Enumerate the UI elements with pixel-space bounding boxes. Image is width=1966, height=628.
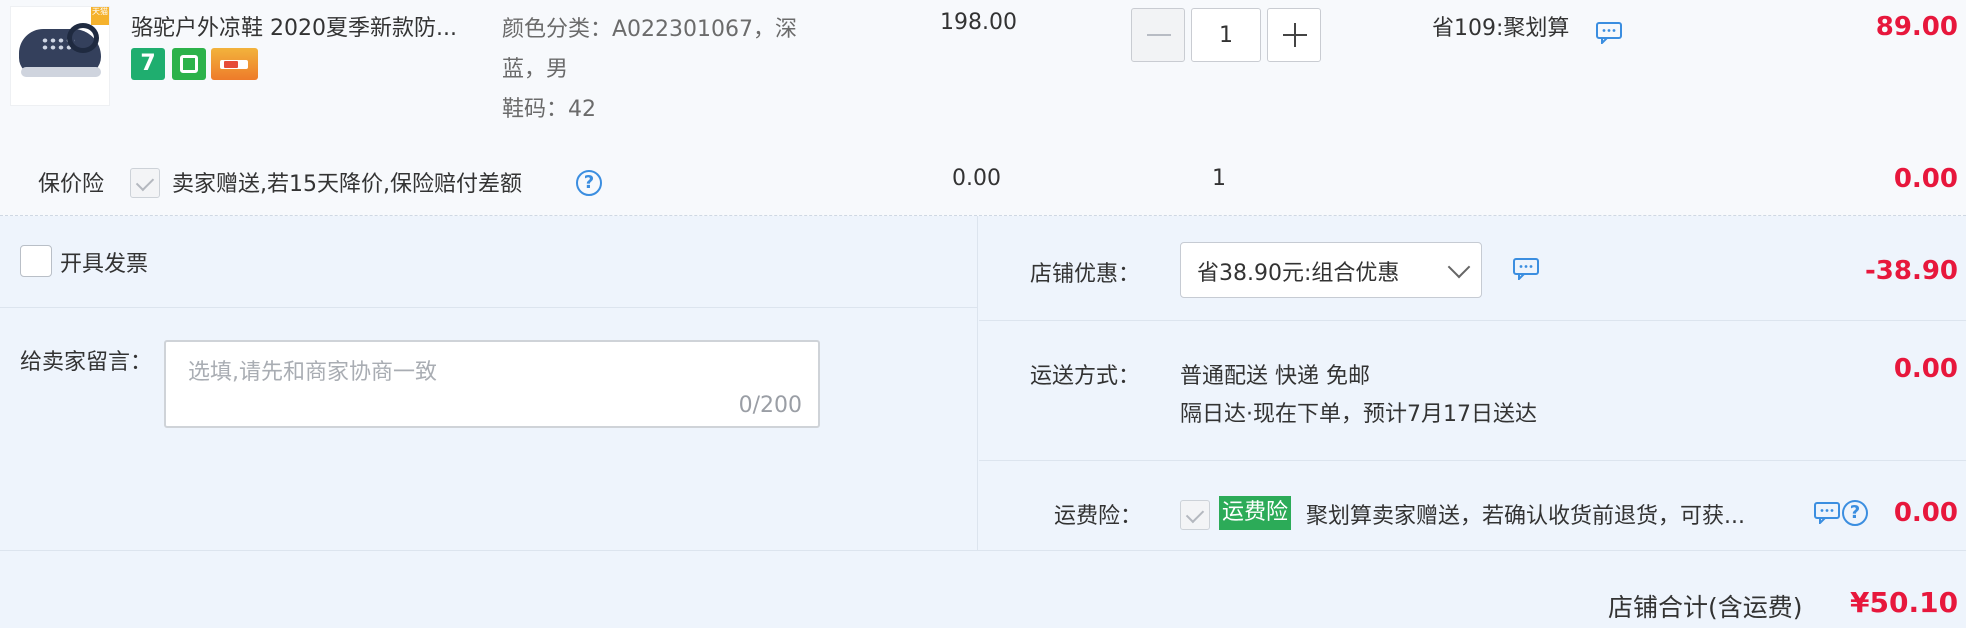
seven-day-return-icon: 7	[131, 48, 165, 80]
shipping-method: 普通配送 快递 免邮	[1180, 364, 1370, 389]
minus-icon	[1147, 34, 1171, 36]
invoice-label[interactable]: 开具发票	[60, 246, 148, 278]
price-protection-label: 保价险	[38, 172, 105, 197]
sku-info: 颜色分类：A022301067，深蓝，男 鞋码：42	[502, 10, 832, 130]
question-icon[interactable]: ?	[576, 170, 602, 196]
seller-message-label: 给卖家留言：	[20, 350, 153, 375]
product-subtotal: 89.00	[1875, 12, 1958, 42]
seller-message-input[interactable]: 选填,请先和商家协商一致 0/200	[164, 340, 820, 428]
price-protection-checkbox[interactable]	[130, 168, 160, 198]
tmall-corner-badge: 天猫	[91, 7, 109, 25]
chat-icon[interactable]	[1814, 502, 1840, 524]
chat-icon[interactable]	[1596, 22, 1622, 44]
unit-price: 198.00	[940, 10, 1017, 35]
decrease-quantity-button[interactable]	[1131, 8, 1185, 62]
shop-discount-amount: -38.90	[1864, 256, 1958, 286]
freight-insurance-amount: 0.00	[1893, 498, 1958, 528]
price-protection-qty: 1	[1212, 166, 1226, 191]
quantity-input[interactable]	[1191, 8, 1261, 62]
question-icon[interactable]: ?	[1842, 500, 1868, 526]
product-thumbnail[interactable]: 天猫	[10, 6, 110, 106]
plus-icon	[1294, 23, 1296, 47]
shop-discount-label: 店铺优惠：	[1030, 262, 1141, 287]
card-icon	[211, 48, 258, 80]
promo-label: 省109:聚划算	[1432, 16, 1570, 41]
freight-insurance-text: 聚划算卖家赠送，若确认收货前退货，可获...	[1306, 504, 1745, 529]
bag-icon	[172, 48, 206, 80]
chevron-down-icon	[1447, 255, 1471, 279]
freight-insurance-checkbox[interactable]	[1180, 500, 1210, 530]
shop-discount-select[interactable]: 省38.90元:组合优惠	[1180, 242, 1482, 298]
shipping-eta: 隔日达·现在下单，预计7月17日送达	[1180, 402, 1537, 427]
shop-discount-value: 省38.90元:组合优惠	[1197, 261, 1400, 286]
shop-total-amount: ¥50.10	[1850, 586, 1959, 619]
invoice-checkbox[interactable]	[20, 245, 52, 277]
freight-insurance-label: 运费险：	[1054, 504, 1143, 529]
freight-insurance-badge: 运费险	[1219, 496, 1292, 530]
increase-quantity-button[interactable]	[1267, 8, 1321, 62]
shop-total-label: 店铺合计(含运费)	[1608, 593, 1803, 622]
shipping-amount: 0.00	[1893, 354, 1958, 384]
message-placeholder: 选填,请先和商家协商一致	[188, 360, 437, 385]
chat-icon[interactable]	[1513, 258, 1539, 280]
sku-color: 颜色分类：A022301067，深蓝，男	[502, 17, 798, 82]
shipping-label: 运送方式：	[1030, 364, 1141, 389]
message-counter: 0/200	[738, 393, 802, 418]
product-title[interactable]: 骆驼户外凉鞋 2020夏季新款防...	[131, 10, 457, 42]
price-protection-price: 0.00	[952, 166, 1001, 191]
price-protection-total: 0.00	[1893, 164, 1958, 194]
price-protection-text: 卖家赠送,若15天降价,保险赔付差额	[172, 172, 522, 197]
sku-size: 鞋码：42	[502, 97, 596, 122]
